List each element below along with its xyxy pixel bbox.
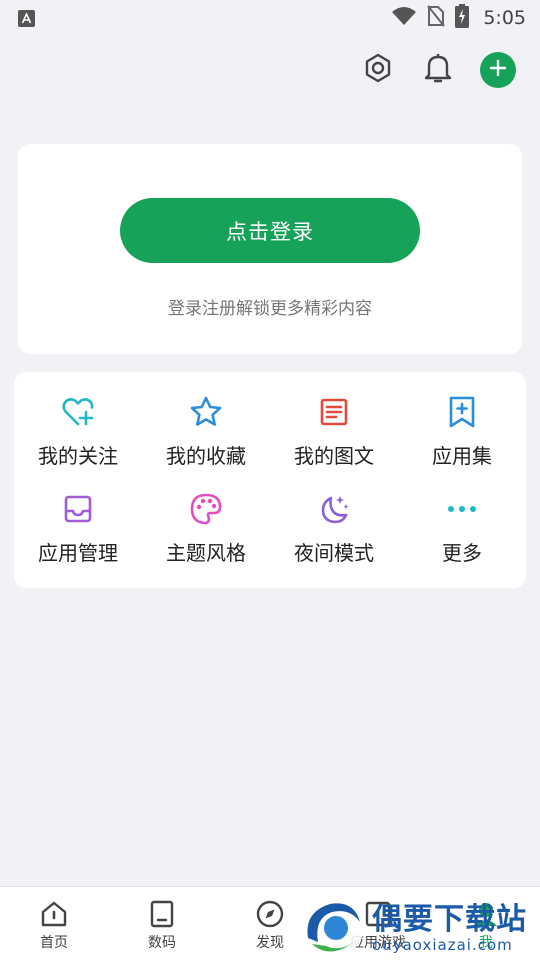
inbox-icon <box>60 491 96 527</box>
watermark-text: 偶要下载站 ouyaoxiazai.com <box>372 902 527 955</box>
login-hint: 登录注册解锁更多精彩内容 <box>168 299 372 319</box>
add-button[interactable] <box>480 52 516 88</box>
grid-item-favorites[interactable]: 我的收藏 <box>142 386 270 483</box>
bell-icon <box>423 52 453 88</box>
palette-icon <box>188 491 224 527</box>
grid-item-more[interactable]: 更多 <box>398 483 526 580</box>
grid-label: 主题风格 <box>166 541 246 565</box>
settings-button[interactable] <box>360 52 396 88</box>
notifications-button[interactable] <box>420 52 456 88</box>
feature-grid: 我的关注 我的收藏 我的图文 应用集 应用管理 主题风格 夜间模式 更多 <box>14 372 526 588</box>
settings-hex-icon <box>362 52 394 88</box>
nav-item-digital[interactable]: 数码 <box>108 887 216 960</box>
nav-label: 首页 <box>40 935 68 951</box>
a-icon <box>18 9 35 27</box>
grid-label: 我的收藏 <box>166 444 246 468</box>
status-bar: 5:05 <box>0 0 540 36</box>
grid-item-theme[interactable]: 主题风格 <box>142 483 270 580</box>
grid-label: 应用集 <box>432 444 492 468</box>
watermark-title: 偶要下载站 <box>372 902 527 937</box>
login-card: 点击登录 登录注册解锁更多精彩内容 <box>18 144 522 354</box>
watermark-sub: ouyaoxiazai.com <box>372 936 513 954</box>
watermark-logo-icon <box>300 898 366 960</box>
nav-item-home[interactable]: 首页 <box>0 887 108 960</box>
grid-item-app-manager[interactable]: 应用管理 <box>14 483 142 580</box>
home-icon <box>39 899 69 929</box>
battery-charging-icon <box>455 4 470 32</box>
wifi-icon <box>391 6 417 30</box>
grid-label: 我的图文 <box>294 444 374 468</box>
grid-label: 我的关注 <box>38 444 118 468</box>
grid-item-follow[interactable]: 我的关注 <box>14 386 142 483</box>
star-icon <box>188 394 224 430</box>
bookmark-plus-icon <box>444 394 480 430</box>
login-button[interactable]: 点击登录 <box>120 198 420 263</box>
grid-label: 夜间模式 <box>294 541 374 565</box>
heart-plus-icon <box>60 394 96 430</box>
status-right: 5:05 <box>391 4 526 32</box>
moon-stars-icon <box>316 491 352 527</box>
status-left <box>18 9 35 27</box>
more-dots-icon <box>444 491 480 527</box>
compass-icon <box>255 899 285 929</box>
grid-item-articles[interactable]: 我的图文 <box>270 386 398 483</box>
watermark: 偶要下载站 ouyaoxiazai.com <box>300 898 540 960</box>
grid-item-app-collections[interactable]: 应用集 <box>398 386 526 483</box>
grid-item-night-mode[interactable]: 夜间模式 <box>270 483 398 580</box>
grid-label: 应用管理 <box>38 541 118 565</box>
article-icon <box>316 394 352 430</box>
no-sim-icon <box>427 5 446 31</box>
nav-label: 发现 <box>256 935 284 951</box>
status-time: 5:05 <box>483 7 526 29</box>
grid-label: 更多 <box>442 541 482 565</box>
nav-label: 数码 <box>148 935 176 951</box>
tablet-icon <box>147 899 177 929</box>
add-icon <box>489 59 507 81</box>
top-actions <box>360 52 516 88</box>
